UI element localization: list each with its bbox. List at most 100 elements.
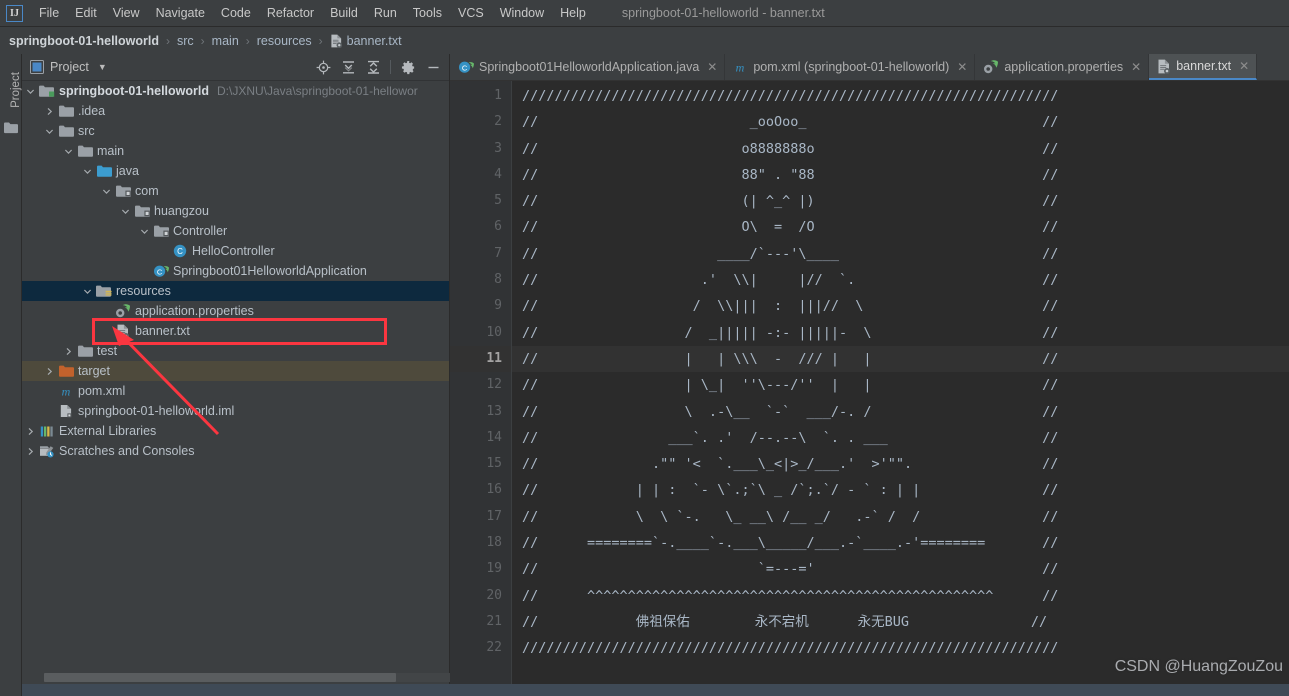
tree-node-springboot01helloworldapplication[interactable]: C Springboot01HelloworldApplication	[22, 261, 449, 281]
line-number: 14	[486, 429, 502, 445]
tree-node-com[interactable]: com	[22, 181, 449, 201]
tree-node-label: resources	[116, 284, 171, 298]
svg-text:m: m	[736, 61, 745, 75]
menu-item-file[interactable]: File	[31, 3, 67, 23]
tree-node-label: java	[116, 164, 139, 178]
line-number: 3	[494, 140, 502, 156]
menu-item-window[interactable]: Window	[492, 3, 552, 23]
chevron-right-icon[interactable]	[26, 447, 39, 456]
chevron-right-icon[interactable]	[45, 367, 58, 376]
line-number: 21	[486, 613, 502, 629]
tree-node-target[interactable]: target	[22, 361, 449, 381]
code-line: // | \_| ''\---/'' | | //	[522, 377, 1059, 394]
close-icon[interactable]: ✕	[957, 60, 967, 74]
breadcrumb-segment-springboot-01-helloworld[interactable]: springboot-01-helloworld	[9, 34, 159, 48]
tree-node-banner-txt[interactable]: banner.txt	[22, 321, 449, 341]
editor-tab-pom-xml--springboot-01-helloworld-[interactable]: m pom.xml (springboot-01-helloworld) ✕	[725, 54, 976, 80]
code-line: // / _||||| -:- |||||- \ //	[522, 324, 1059, 341]
tree-node-label: Scratches and Consoles	[59, 444, 195, 458]
line-number: 18	[486, 535, 502, 551]
menu-item-view[interactable]: View	[105, 3, 148, 23]
chevron-down-icon[interactable]	[140, 227, 153, 236]
spring-boot-class-icon: C	[458, 60, 474, 75]
menu-item-navigate[interactable]: Navigate	[148, 3, 213, 23]
tree-node-java[interactable]: java	[22, 161, 449, 181]
code-line: // _ooOoo_ //	[522, 114, 1059, 131]
menu-item-vcs[interactable]: VCS	[450, 3, 492, 23]
chevron-down-icon[interactable]	[83, 287, 96, 296]
code-line: // .' \\| |// `. //	[522, 272, 1059, 289]
tree-node-springboot-01-helloworld-iml[interactable]: springboot-01-helloworld.iml	[22, 401, 449, 421]
chevron-down-icon[interactable]: ▼	[98, 62, 107, 72]
code-line: // ___`. .' /--.--\ `. . ___ //	[522, 429, 1059, 446]
code-text-area[interactable]: ////////////////////////////////////////…	[512, 81, 1289, 696]
line-number: 17	[486, 508, 502, 524]
close-icon[interactable]: ✕	[1131, 60, 1141, 74]
hide-panel-icon[interactable]	[425, 59, 441, 75]
project-tool-window: Project ▼ springboot-01-helloworld D:\JX…	[22, 54, 472, 696]
tree-node-application-properties[interactable]: application.properties	[22, 301, 449, 321]
code-line: // 88" . "88 //	[522, 166, 1059, 183]
chevron-down-icon[interactable]	[83, 167, 96, 176]
tree-node-test[interactable]: test	[22, 341, 449, 361]
breadcrumb-segment-banner-txt[interactable]: banner.txt	[330, 34, 402, 48]
chevron-down-icon[interactable]	[26, 87, 39, 96]
tree-node--idea[interactable]: .idea	[22, 101, 449, 121]
chevron-down-icon[interactable]	[64, 147, 77, 156]
tree-node-label: test	[97, 344, 118, 358]
folder-icon[interactable]	[4, 122, 18, 134]
expand-all-icon[interactable]	[340, 59, 356, 75]
project-tree[interactable]: springboot-01-helloworld D:\JXNU\Java\spr…	[22, 81, 449, 696]
tree-node-springboot-01-helloworld[interactable]: springboot-01-helloworld D:\JXNU\Java\spr…	[22, 81, 449, 101]
tree-node-pom-xml[interactable]: m pom.xml	[22, 381, 449, 401]
tool-window-button-project[interactable]: Project	[10, 61, 22, 119]
chevron-right-icon[interactable]	[26, 427, 39, 436]
breadcrumb-label: main	[211, 33, 239, 48]
breadcrumb-label: resources	[256, 33, 312, 48]
tree-node-path: D:\JXNU\Java\springboot-01-hellowor	[217, 84, 418, 98]
locate-in-tree-icon[interactable]	[315, 59, 331, 75]
menu-item-run[interactable]: Run	[366, 3, 405, 23]
breadcrumb-segment-main[interactable]: main	[212, 34, 239, 48]
tree-node-label: Springboot01HelloworldApplication	[173, 264, 367, 278]
tree-node-src[interactable]: src	[22, 121, 449, 141]
tree-node-hellocontroller[interactable]: C HelloController	[22, 241, 449, 261]
tree-node-controller[interactable]: Controller	[22, 221, 449, 241]
project-horizontal-scrollbar[interactable]	[44, 673, 396, 682]
breadcrumb-separator: ›	[318, 33, 323, 48]
package-icon	[134, 205, 150, 218]
close-icon[interactable]: ✕	[1239, 59, 1249, 73]
breadcrumb-label: springboot-01-helloworld	[9, 33, 159, 48]
breadcrumb-segment-src[interactable]: src	[177, 34, 194, 48]
menu-item-tools[interactable]: Tools	[405, 3, 450, 23]
code-line: // ^^^^^^^^^^^^^^^^^^^^^^^^^^^^^^^^^^^^^…	[522, 587, 1059, 604]
editor-tab-application-properties[interactable]: application.properties ✕	[975, 54, 1150, 80]
line-number: 16	[486, 482, 502, 498]
collapse-all-icon[interactable]	[365, 59, 381, 75]
menu-item-edit[interactable]: Edit	[67, 3, 105, 23]
chevron-down-icon[interactable]	[102, 187, 115, 196]
tree-node-scratches-and-consoles[interactable]: Scratches and Consoles	[22, 441, 449, 461]
menu-item-build[interactable]: Build	[322, 3, 366, 23]
tree-node-huangzou[interactable]: huangzou	[22, 201, 449, 221]
editor-tab-banner-txt[interactable]: banner.txt ✕	[1149, 54, 1258, 80]
menu-item-refactor[interactable]: Refactor	[259, 3, 322, 23]
tree-node-external-libraries[interactable]: External Libraries	[22, 421, 449, 441]
line-number: 10	[486, 324, 502, 340]
breadcrumb-segment-resources[interactable]: resources	[257, 34, 312, 48]
tree-node-resources[interactable]: resources	[22, 281, 449, 301]
chevron-right-icon[interactable]	[64, 347, 77, 356]
menu-item-help[interactable]: Help	[552, 3, 594, 23]
tree-node-label: Controller	[173, 224, 228, 238]
gear-icon[interactable]	[400, 59, 416, 75]
tree-node-main[interactable]: main	[22, 141, 449, 161]
chevron-right-icon[interactable]	[45, 107, 58, 116]
close-icon[interactable]: ✕	[707, 60, 717, 74]
tree-node-label: banner.txt	[135, 324, 190, 338]
chevron-down-icon[interactable]	[45, 127, 58, 136]
menu-item-code[interactable]: Code	[213, 3, 259, 23]
editor-tab-springboot01helloworldapplication-java[interactable]: C Springboot01HelloworldApplication.java ✕	[450, 54, 726, 80]
text-file-icon	[115, 324, 131, 339]
target-folder-icon	[58, 365, 74, 378]
chevron-down-icon[interactable]	[121, 207, 134, 216]
